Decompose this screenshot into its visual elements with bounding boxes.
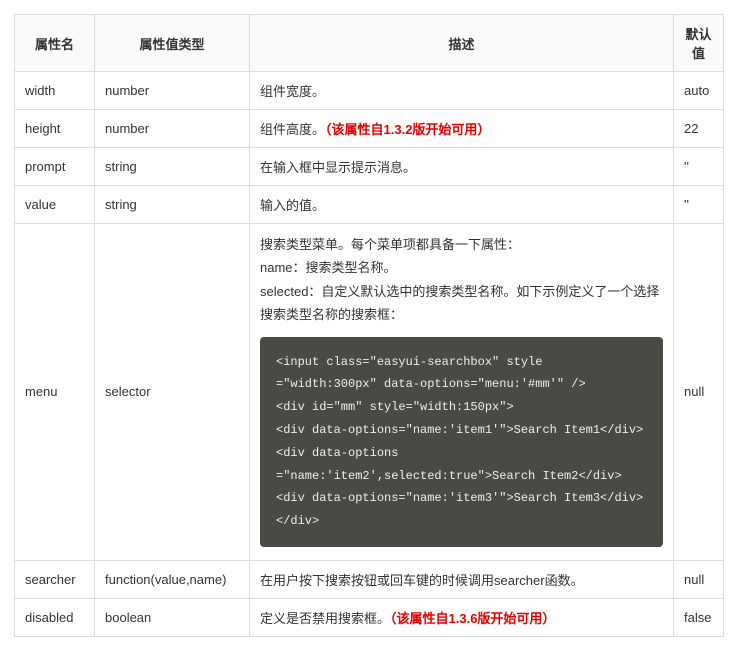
prop-name: value — [15, 186, 95, 224]
prop-default: auto — [674, 72, 724, 110]
code-example: <input class="easyui-searchbox" style ="… — [260, 337, 663, 547]
table-row: disabled boolean 定义是否禁用搜索框。（该属性自1.3.6版开始… — [15, 598, 724, 636]
prop-name: menu — [15, 224, 95, 561]
desc-text: 在用户按下搜索按钮或回车键的时候调用searcher函数。 — [260, 573, 584, 588]
prop-type: string — [95, 148, 250, 186]
prop-default: null — [674, 224, 724, 561]
prop-type: function(value,name) — [95, 560, 250, 598]
prop-type: boolean — [95, 598, 250, 636]
prop-type: string — [95, 186, 250, 224]
table-row: value string 输入的值。 '' — [15, 186, 724, 224]
version-note: （该属性自1.3.2版开始可用） — [325, 122, 490, 137]
prop-default: '' — [674, 186, 724, 224]
table-row: width number 组件宽度。 auto — [15, 72, 724, 110]
prop-desc: 在输入框中显示提示消息。 — [250, 148, 674, 186]
prop-default: '' — [674, 148, 724, 186]
prop-name: searcher — [15, 560, 95, 598]
prop-desc: 组件宽度。 — [250, 72, 674, 110]
desc-text: 组件高度。 — [260, 122, 325, 137]
prop-default: null — [674, 560, 724, 598]
version-note: （该属性自1.3.6版开始可用） — [390, 611, 555, 626]
prop-name: height — [15, 110, 95, 148]
desc-text: 定义是否禁用搜索框。 — [260, 611, 390, 626]
col-header-name: 属性名 — [15, 15, 95, 72]
prop-type: selector — [95, 224, 250, 561]
prop-default: 22 — [674, 110, 724, 148]
col-header-type: 属性值类型 — [95, 15, 250, 72]
prop-desc: 输入的值。 — [250, 186, 674, 224]
desc-text: 组件宽度。 — [260, 84, 325, 99]
table-row: searcher function(value,name) 在用户按下搜索按钮或… — [15, 560, 724, 598]
prop-name: width — [15, 72, 95, 110]
prop-default: false — [674, 598, 724, 636]
table-header-row: 属性名 属性值类型 描述 默认值 — [15, 15, 724, 72]
desc-text: 在输入框中显示提示消息。 — [260, 160, 416, 175]
prop-desc: 组件高度。（该属性自1.3.2版开始可用） — [250, 110, 674, 148]
prop-type: number — [95, 72, 250, 110]
desc-text: 输入的值。 — [260, 198, 325, 213]
prop-desc: 在用户按下搜索按钮或回车键的时候调用searcher函数。 — [250, 560, 674, 598]
prop-name: prompt — [15, 148, 95, 186]
properties-table: 属性名 属性值类型 描述 默认值 width number 组件宽度。 auto… — [14, 14, 724, 637]
table-row: prompt string 在输入框中显示提示消息。 '' — [15, 148, 724, 186]
col-header-default: 默认值 — [674, 15, 724, 72]
prop-type: number — [95, 110, 250, 148]
prop-name: disabled — [15, 598, 95, 636]
desc-text: 搜索类型菜单。每个菜单项都具备一下属性：name：搜索类型名称。selected… — [260, 233, 663, 327]
table-row-menu: menu selector 搜索类型菜单。每个菜单项都具备一下属性：name：搜… — [15, 224, 724, 561]
table-row: height number 组件高度。（该属性自1.3.2版开始可用） 22 — [15, 110, 724, 148]
prop-desc: 搜索类型菜单。每个菜单项都具备一下属性：name：搜索类型名称。selected… — [250, 224, 674, 561]
col-header-desc: 描述 — [250, 15, 674, 72]
prop-desc: 定义是否禁用搜索框。（该属性自1.3.6版开始可用） — [250, 598, 674, 636]
